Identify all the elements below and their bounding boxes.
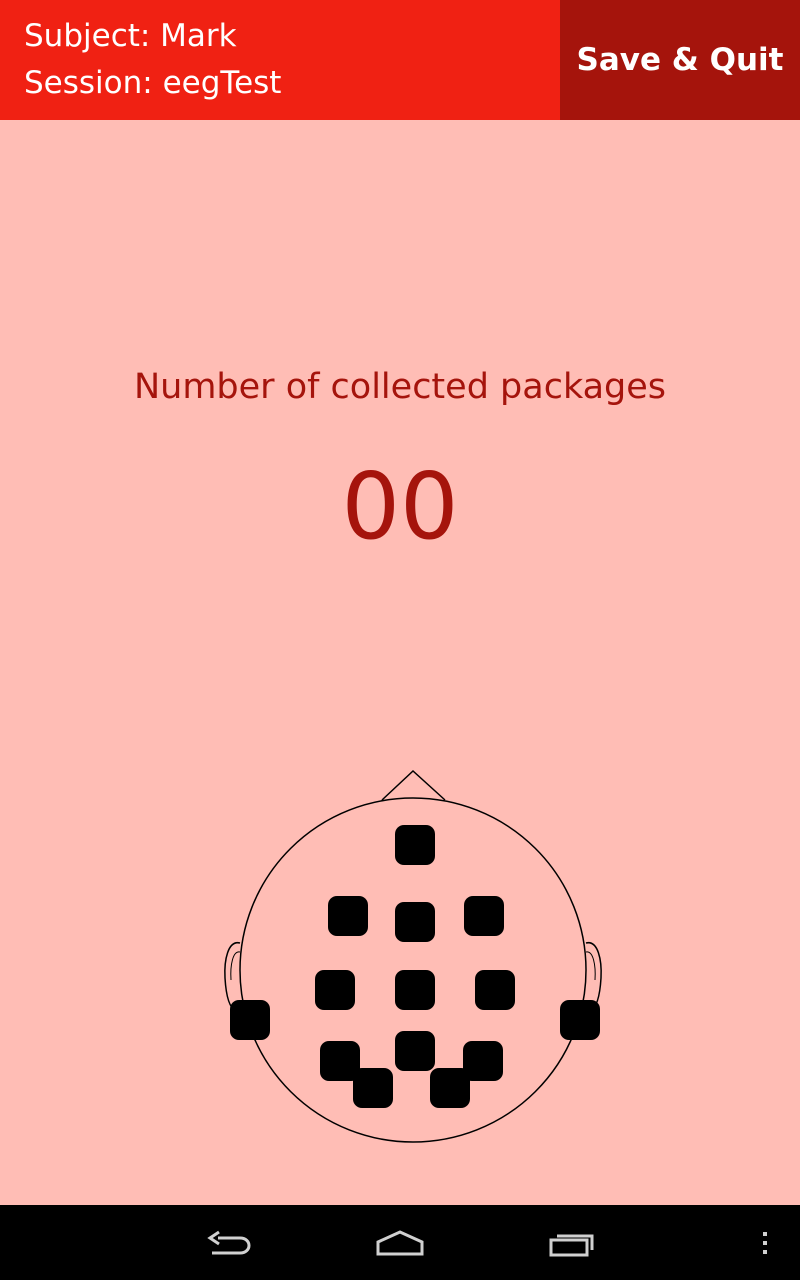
app-screen: Subject: Mark Session: eegTest Save & Qu…: [0, 0, 800, 1280]
electrode[interactable]: [560, 1000, 600, 1040]
electrode[interactable]: [395, 902, 435, 942]
electrode[interactable]: [475, 970, 515, 1010]
electrode[interactable]: [353, 1068, 393, 1108]
home-icon[interactable]: [376, 1230, 424, 1256]
electrode[interactable]: [315, 970, 355, 1010]
electrode[interactable]: [464, 896, 504, 936]
electrode[interactable]: [230, 1000, 270, 1040]
eeg-head-map: [224, 769, 602, 1143]
head-nose: [381, 769, 446, 801]
menu-icon[interactable]: [763, 1232, 767, 1254]
head-right-ear-inner: [585, 951, 596, 981]
electrode[interactable]: [395, 970, 435, 1010]
electrode[interactable]: [328, 896, 368, 936]
head-left-ear-inner: [230, 951, 241, 981]
back-icon[interactable]: [207, 1230, 251, 1255]
recent-apps-icon[interactable]: [549, 1234, 594, 1257]
electrode[interactable]: [395, 825, 435, 865]
system-navigation-bar: [0, 1205, 800, 1280]
electrode[interactable]: [430, 1068, 470, 1108]
electrode[interactable]: [395, 1031, 435, 1071]
